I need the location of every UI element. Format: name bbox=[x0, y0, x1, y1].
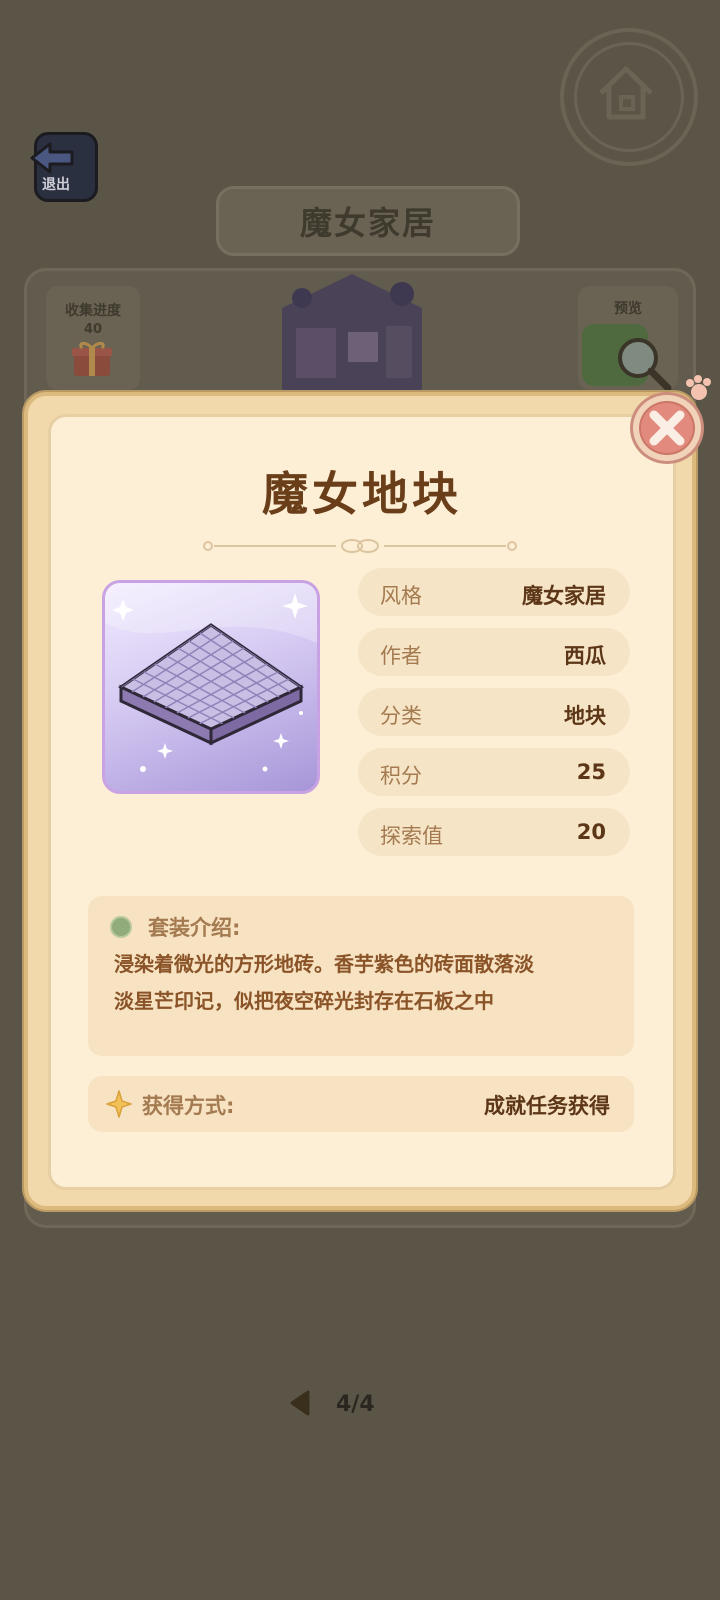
magnifier-icon bbox=[618, 338, 672, 392]
description-text: 浸染着微光的方形地砖。香芋紫色的砖面散落淡 淡星芒印记，似把夜空碎光封存在石板之… bbox=[114, 946, 614, 1020]
obtain-value: 成就任务获得 bbox=[484, 1094, 610, 1118]
title-divider bbox=[203, 539, 517, 553]
description-label: 套装介绍: bbox=[148, 916, 241, 940]
attribute-label: 探索值 bbox=[380, 824, 443, 848]
attribute-label: 作者 bbox=[380, 644, 422, 668]
attribute-label: 分类 bbox=[380, 704, 422, 728]
collect-progress[interactable]: 收集进度 40 bbox=[46, 286, 140, 390]
item-detail-modal bbox=[48, 414, 676, 1190]
attribute-row-style: 风格 魔女家居 bbox=[358, 568, 630, 616]
gift-icon bbox=[72, 341, 112, 376]
home-icon bbox=[599, 66, 653, 120]
home-button[interactable] bbox=[560, 28, 698, 166]
exit-button[interactable]: 退出 bbox=[24, 128, 98, 202]
item-image bbox=[102, 580, 320, 794]
dot-icon bbox=[110, 916, 132, 938]
chevron-left-icon[interactable] bbox=[288, 1390, 312, 1416]
attribute-label: 风格 bbox=[380, 584, 422, 608]
attribute-row-exploration: 探索值 20 bbox=[358, 808, 630, 856]
set-description: 套装介绍: 浸染着微光的方形地砖。香芋紫色的砖面散落淡 淡星芒印记，似把夜空碎光… bbox=[88, 896, 634, 1056]
attribute-value: 魔女家居 bbox=[522, 584, 606, 608]
page-indicator: 4/4 bbox=[336, 1392, 375, 1417]
attribute-row-points: 积分 25 bbox=[358, 748, 630, 796]
preview-button[interactable]: 预览 bbox=[578, 286, 678, 392]
obtain-method: 获得方式: 成就任务获得 bbox=[88, 1076, 634, 1132]
attribute-value: 地块 bbox=[564, 704, 606, 728]
floor-tile-art bbox=[105, 583, 317, 772]
description-line: 淡星芒印记，似把夜空碎光封存在石板之中 bbox=[114, 989, 494, 1013]
attribute-value: 西瓜 bbox=[564, 644, 606, 668]
preview-label: 预览 bbox=[614, 301, 642, 317]
item-title: 魔女地块 bbox=[262, 467, 462, 521]
close-icon bbox=[649, 410, 685, 446]
close-button[interactable] bbox=[630, 392, 704, 464]
attribute-row-author: 作者 西瓜 bbox=[358, 628, 630, 676]
set-title: 魔女家居 bbox=[299, 204, 436, 242]
attribute-value: 20 bbox=[576, 820, 606, 844]
exit-label: 退出 bbox=[42, 177, 70, 193]
house-preview-art bbox=[282, 274, 422, 392]
sparkle-icon bbox=[106, 1090, 132, 1118]
attribute-label: 积分 bbox=[380, 764, 422, 788]
attribute-row-category: 分类 地块 bbox=[358, 688, 630, 736]
obtain-label: 获得方式: bbox=[142, 1094, 235, 1118]
collect-value: 40 bbox=[83, 322, 103, 337]
collect-label: 收集进度 bbox=[65, 303, 121, 319]
description-line: 浸染着微光的方形地砖。香芋紫色的砖面散落淡 bbox=[114, 952, 534, 976]
set-title-plate: 魔女家居 bbox=[216, 186, 520, 256]
attribute-value: 25 bbox=[576, 760, 606, 784]
